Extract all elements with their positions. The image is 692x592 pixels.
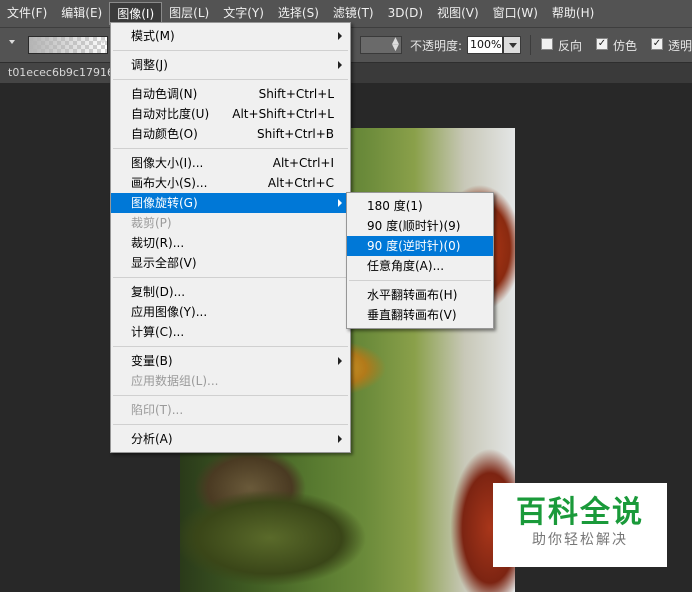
- menu-item[interactable]: 模式(M): [111, 26, 350, 46]
- opacity-input[interactable]: 100%: [467, 36, 503, 54]
- menu-divider: [113, 148, 348, 149]
- menu-item-label: 应用数据组(L)...: [131, 374, 219, 388]
- menu-divider: [113, 277, 348, 278]
- menubar-item[interactable]: 视图(V): [430, 2, 486, 25]
- menu-divider: [113, 395, 348, 396]
- submenu-arrow-icon: [338, 357, 342, 365]
- image-menu: 模式(M) 调整(J) 自动色调(N) Shift+Ctrl+L 自动对比度(U) Alt…: [110, 22, 351, 453]
- transparency-label: 透明: [668, 39, 692, 53]
- menu-item[interactable]: 图像大小(I)... Alt+Ctrl+I: [111, 153, 350, 173]
- menu-item-label: 自动色调(N): [131, 87, 198, 101]
- menu-item-label: 变量(B): [131, 354, 173, 368]
- menu-item[interactable]: 自动色调(N) Shift+Ctrl+L: [111, 84, 350, 104]
- menu-divider: [113, 50, 348, 51]
- menu-item[interactable]: 分析(A): [111, 429, 350, 449]
- menu-item[interactable]: 裁切(R)...: [111, 233, 350, 253]
- reverse-label: 反向: [558, 39, 583, 53]
- menu-item[interactable]: 调整(J): [111, 55, 350, 75]
- menu-divider: [113, 79, 348, 80]
- menu-item-label: 画布大小(S)...: [131, 176, 208, 190]
- menu-divider: [349, 280, 491, 281]
- dither-checkbox[interactable]: ✓: [596, 38, 608, 50]
- tool-preset-dropdown-icon[interactable]: [9, 40, 15, 44]
- submenu-arrow-icon: [338, 435, 342, 443]
- menu-item-label: 模式(M): [131, 29, 175, 43]
- watermark-logo: 百科全说 助你轻松解决: [493, 483, 667, 567]
- menu-item-label: 显示全部(V): [131, 256, 197, 270]
- menu-item[interactable]: 自动颜色(O) Shift+Ctrl+B: [111, 124, 350, 144]
- menu-item[interactable]: 垂直翻转画布(V): [347, 305, 493, 325]
- menu-divider: [113, 346, 348, 347]
- menubar-item[interactable]: 编辑(E): [54, 2, 109, 25]
- menu-item[interactable]: 复制(D)...: [111, 282, 350, 302]
- opacity-dropdown-button[interactable]: [503, 36, 521, 54]
- menu-item[interactable]: 应用图像(Y)...: [111, 302, 350, 322]
- menu-item-label: 水平翻转画布(H): [367, 288, 458, 302]
- submenu-arrow-icon: [338, 199, 342, 207]
- menu-item[interactable]: 任意角度(A)...: [347, 256, 493, 276]
- document-tab[interactable]: t01ecec6b9c17916: [0, 63, 118, 83]
- menu-item-label: 陷印(T)...: [131, 403, 184, 417]
- menubar-item[interactable]: 文件(F): [0, 2, 54, 25]
- menu-item-label: 调整(J): [131, 58, 168, 72]
- image-rotation-submenu: 180 度(1) 90 度(顺时针)(9) 90 度(逆时针)(0) 任意角度(A).…: [346, 192, 494, 329]
- menu-item-label: 垂直翻转画布(V): [367, 308, 457, 322]
- menu-item-label: 180 度(1): [367, 199, 423, 213]
- menu-item-shortcut: Shift+Ctrl+L: [258, 87, 334, 101]
- watermark-title: 百科全说: [516, 495, 644, 530]
- menu-item-shortcut: Shift+Ctrl+B: [257, 127, 334, 141]
- menu-item-label: 90 度(顺时针)(9): [367, 219, 461, 233]
- menu-item[interactable]: 显示全部(V): [111, 253, 350, 273]
- transparency-checkbox[interactable]: ✓: [651, 38, 663, 50]
- menu-item-label: 计算(C)...: [131, 325, 185, 339]
- menubar-item[interactable]: 3D(D): [381, 2, 430, 25]
- menu-item[interactable]: 自动对比度(U) Alt+Shift+Ctrl+L: [111, 104, 350, 124]
- menu-item-label: 复制(D)...: [131, 285, 186, 299]
- menu-item-shortcut: Alt+Ctrl+C: [267, 176, 334, 190]
- menu-item-label: 任意角度(A)...: [367, 259, 445, 273]
- menu-item-label: 裁切(R)...: [131, 236, 185, 250]
- opacity-label: 不透明度:: [410, 39, 463, 53]
- menu-item-label: 裁剪(P): [131, 216, 172, 230]
- menu-item[interactable]: 变量(B): [111, 351, 350, 371]
- menu-item[interactable]: 画布大小(S)... Alt+Ctrl+C: [111, 173, 350, 193]
- reverse-checkbox[interactable]: [541, 38, 553, 50]
- menu-item-label: 应用图像(Y)...: [131, 305, 208, 319]
- menu-item: 陷印(T)...: [111, 400, 350, 420]
- menu-item[interactable]: 90 度(逆时针)(0): [347, 236, 493, 256]
- gradient-picker[interactable]: [28, 36, 108, 54]
- menu-item-label: 90 度(逆时针)(0): [367, 239, 461, 253]
- menubar-item[interactable]: 窗口(W): [486, 2, 545, 25]
- menu-item[interactable]: 90 度(顺时针)(9): [347, 216, 493, 236]
- dither-label: 仿色: [613, 39, 638, 53]
- menu-item[interactable]: 180 度(1): [347, 196, 493, 216]
- menu-item: 应用数据组(L)...: [111, 371, 350, 391]
- submenu-arrow-icon: [338, 61, 342, 69]
- menu-item-shortcut: Alt+Ctrl+I: [272, 156, 334, 170]
- menu-item-label: 图像旋转(G): [131, 196, 198, 210]
- menu-item-label: 图像大小(I)...: [131, 156, 204, 170]
- menubar-item[interactable]: 帮助(H): [545, 2, 601, 25]
- menu-divider: [113, 424, 348, 425]
- menu-item[interactable]: 计算(C)...: [111, 322, 350, 342]
- menu-item-shortcut: Alt+Shift+Ctrl+L: [232, 107, 334, 121]
- menu-item-label: 自动颜色(O): [131, 127, 198, 141]
- menu-item-label: 分析(A): [131, 432, 173, 446]
- menu-item[interactable]: 水平翻转画布(H): [347, 285, 493, 305]
- watermark-subtitle: 助你轻松解决: [532, 532, 628, 548]
- menu-item: 裁剪(P): [111, 213, 350, 233]
- gradient-dropdown-icon[interactable]: [100, 40, 106, 44]
- spin-icon[interactable]: ▲ ▼: [392, 37, 399, 53]
- separator: [530, 35, 531, 55]
- menu-item-label: 自动对比度(U): [131, 107, 210, 121]
- submenu-arrow-icon: [338, 32, 342, 40]
- menu-item[interactable]: 图像旋转(G): [111, 193, 350, 213]
